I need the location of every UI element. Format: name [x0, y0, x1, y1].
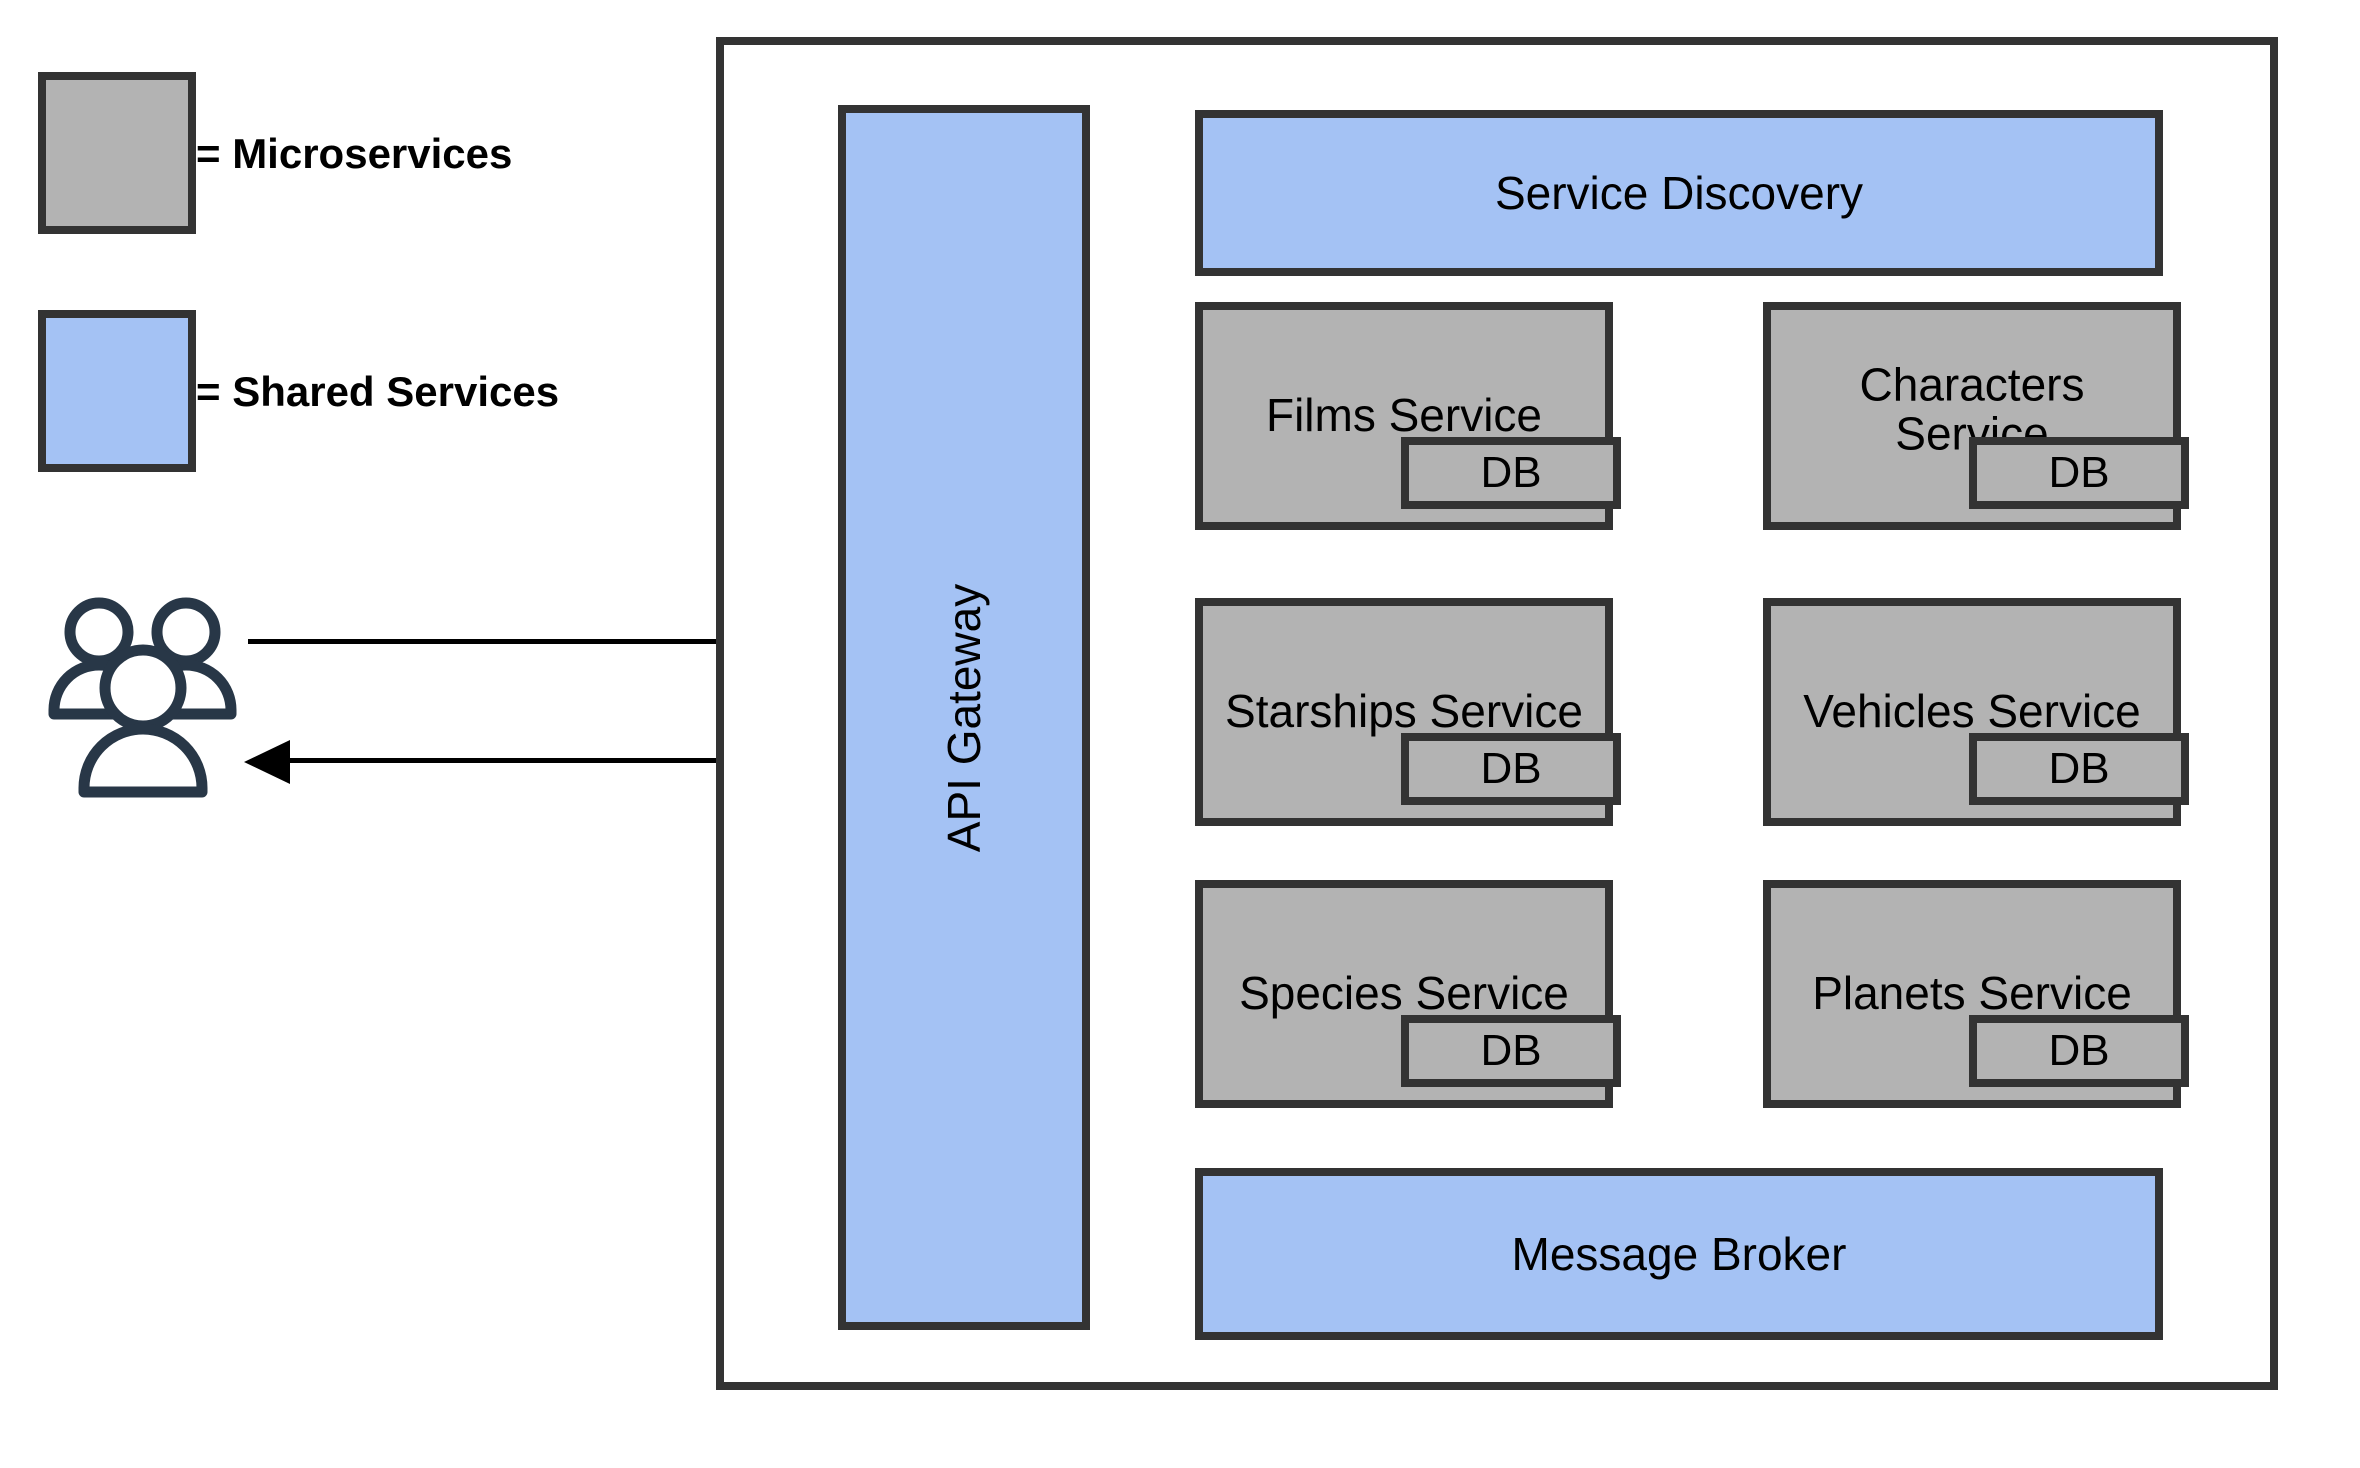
planets-service-box[interactable]: Planets Service DB — [1763, 880, 2189, 1108]
legend-swatch-microservices — [38, 72, 196, 234]
planets-service-db[interactable]: DB — [1969, 1015, 2189, 1087]
species-service-db[interactable]: DB — [1401, 1015, 1621, 1087]
films-service-box[interactable]: Films Service DB — [1195, 302, 1621, 530]
characters-service-db[interactable]: DB — [1969, 437, 2189, 509]
species-service-box[interactable]: Species Service DB — [1195, 880, 1621, 1108]
films-service-label: Films Service — [1265, 389, 1543, 442]
characters-service-box[interactable]: Characters Service DB — [1763, 302, 2189, 530]
vehicles-service-db[interactable]: DB — [1969, 733, 2189, 805]
message-broker-box[interactable]: Message Broker — [1195, 1168, 2163, 1340]
legend-label-microservices: = Microservices — [196, 130, 513, 177]
users-icon — [48, 597, 237, 798]
starships-service-db[interactable]: DB — [1401, 733, 1621, 805]
vehicles-service-label: Vehicles Service — [1803, 685, 2141, 738]
service-discovery-label: Service Discovery — [1494, 167, 1864, 219]
vehicles-service-box[interactable]: Vehicles Service DB — [1763, 598, 2189, 826]
api-gateway-label: API Gateway — [938, 583, 990, 852]
films-service-db[interactable]: DB — [1401, 437, 1621, 509]
message-broker-label: Message Broker — [1511, 1228, 1847, 1280]
api-gateway-box[interactable]: API Gateway — [838, 105, 1090, 1330]
legend-label-shared-services: = Shared Services — [196, 368, 560, 415]
planets-service-label: Planets Service — [1812, 967, 2132, 1020]
starships-service-db-label: DB — [1480, 744, 1542, 793]
starships-service-box[interactable]: Starships Service DB — [1195, 598, 1621, 826]
vehicles-service-db-label: DB — [2048, 744, 2110, 793]
response-arrow-head — [244, 740, 290, 784]
planets-service-db-label: DB — [2048, 1026, 2110, 1075]
characters-service-db-label: DB — [2048, 448, 2110, 497]
diagram-canvas: = Microservices = Shared Services API Ga… — [0, 0, 2360, 1468]
films-service-db-label: DB — [1480, 448, 1542, 497]
starships-service-label: Starships Service — [1225, 685, 1583, 738]
service-discovery-box[interactable]: Service Discovery — [1195, 110, 2163, 276]
legend-swatch-shared-services — [38, 310, 196, 472]
species-service-db-label: DB — [1480, 1026, 1542, 1075]
species-service-label: Species Service — [1239, 967, 1569, 1020]
